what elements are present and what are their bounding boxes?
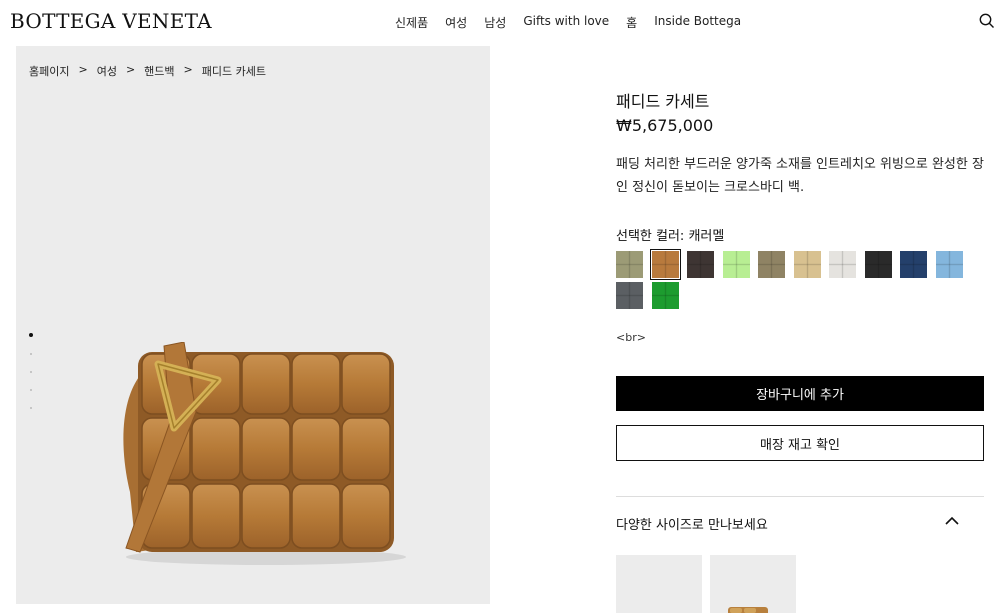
pagination-dot[interactable] — [30, 407, 32, 409]
divider — [616, 496, 984, 497]
color-swatch[interactable] — [829, 251, 856, 278]
size-thumbnail[interactable] — [616, 555, 702, 613]
color-swatch[interactable] — [616, 282, 643, 309]
stray-br-text: <br> — [616, 331, 646, 344]
search-icon[interactable] — [978, 12, 996, 30]
color-swatch[interactable] — [864, 251, 892, 278]
color-swatch[interactable] — [687, 251, 714, 278]
brand-logo[interactable]: BOTTEGA VENETA — [10, 9, 212, 33]
pagination-dot-active[interactable] — [29, 333, 33, 337]
chevron-up-icon[interactable] — [945, 515, 959, 525]
nav-item-men[interactable]: 남성 — [484, 14, 506, 31]
color-swatch[interactable] — [900, 251, 927, 278]
color-swatch[interactable] — [649, 249, 681, 280]
add-to-cart-button[interactable]: 장바구니에 추가 — [616, 376, 984, 411]
color-swatch[interactable] — [793, 251, 821, 278]
breadcrumb-handbags[interactable]: 핸드백 — [144, 63, 174, 79]
sizes-accordion-header[interactable]: 다양한 사이즈로 만나보세요 — [616, 505, 984, 537]
nav-item-women[interactable]: 여성 — [445, 14, 467, 31]
nav-item-inside-bottega[interactable]: Inside Bottega — [654, 14, 741, 31]
nav-item-home[interactable]: 홈 — [626, 14, 637, 31]
size-thumbnail-bag-image — [728, 607, 768, 613]
color-swatches — [616, 249, 986, 313]
color-swatch[interactable] — [935, 251, 963, 278]
breadcrumb-women[interactable]: 여성 — [97, 63, 117, 79]
size-thumbnails — [616, 555, 804, 613]
nav-item-new[interactable]: 신제품 — [395, 14, 428, 31]
pagination-dot[interactable] — [30, 389, 32, 391]
gallery-pagination — [29, 333, 35, 425]
color-swatch[interactable] — [616, 251, 643, 278]
main-nav: 신제품 여성 남성 Gifts with love 홈 Inside Botte… — [395, 14, 758, 31]
product-price: ₩5,675,000 — [616, 116, 714, 135]
nav-item-gifts[interactable]: Gifts with love — [523, 14, 609, 31]
site-header: BOTTEGA VENETA 신제품 여성 남성 Gifts with love… — [0, 0, 1000, 44]
check-store-stock-button[interactable]: 매장 재고 확인 — [616, 425, 984, 461]
breadcrumb-current: 패디드 카세트 — [201, 65, 266, 78]
product-description: 패딩 처리한 부드러운 양가죽 소재를 인트레치오 위빙으로 완성한 장인 정신… — [616, 157, 984, 195]
color-swatch[interactable] — [651, 282, 679, 309]
size-thumbnail[interactable] — [710, 555, 796, 613]
pagination-dot[interactable] — [30, 371, 32, 373]
sizes-accordion-label: 다양한 사이즈로 만나보세요 — [616, 518, 768, 533]
color-swatch[interactable] — [722, 251, 750, 278]
selected-color-label: 선택한 컬러: 캐러멜 — [616, 229, 725, 244]
breadcrumb-separator: > — [78, 63, 88, 76]
breadcrumb-separator: > — [183, 63, 193, 76]
color-swatch[interactable] — [758, 251, 785, 278]
pagination-dot[interactable] — [30, 353, 32, 355]
product-title: 패디드 카세트 — [616, 92, 710, 111]
breadcrumb-home[interactable]: 홈페이지 — [29, 63, 69, 79]
product-gallery[interactable]: 홈페이지 > 여성 > 핸드백 > 패디드 카세트 — [16, 46, 490, 604]
breadcrumb-separator: > — [125, 63, 136, 76]
breadcrumb: 홈페이지 > 여성 > 핸드백 > 패디드 카세트 — [29, 63, 266, 79]
product-image-bag — [123, 342, 406, 565]
